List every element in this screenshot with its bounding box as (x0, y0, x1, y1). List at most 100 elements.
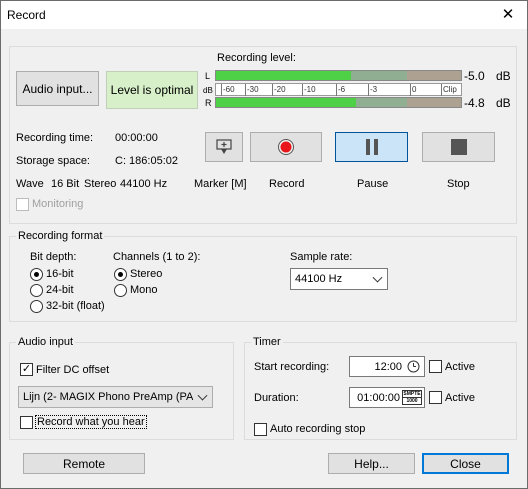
meter-scale-tickline (368, 84, 369, 96)
record-what-you-hear-checkbox[interactable] (20, 416, 33, 429)
duration-value: 01:00:00 (357, 391, 400, 404)
format-bits: 16 Bit (51, 178, 80, 190)
pause-button[interactable] (335, 132, 408, 162)
close-icon[interactable]: ✕ (489, 1, 527, 29)
meter-scale-tick: 0 (412, 85, 417, 94)
pause-label: Pause (357, 178, 389, 190)
audio-device-value: Lijn (2- MAGIX Phono PreAmp (PA (23, 391, 193, 403)
meter-right-label: R (205, 98, 212, 108)
meter-scale-tick: -3 (370, 85, 378, 94)
recording-time-label: Recording time: (16, 132, 94, 144)
channel-stereo-radio[interactable] (114, 268, 127, 281)
format-rate: 44100 Hz (120, 178, 168, 190)
meter-scale-tick: -30 (247, 85, 259, 94)
chevron-down-icon (372, 272, 383, 283)
bit-depth-32-label: 32-bit (float) (46, 300, 105, 312)
bit-depth-24-radio[interactable] (30, 284, 43, 297)
meter-right-dim-zone (356, 98, 407, 107)
help-button[interactable]: Help... (328, 453, 415, 474)
smpte-top-label: SMPTE (403, 391, 421, 398)
duration-label: Duration: (254, 392, 299, 404)
clock-icon (407, 360, 420, 373)
channels-label: Channels (1 to 2): (113, 251, 201, 263)
meter-scale-tickline (441, 84, 442, 96)
level-status-indicator: Level is optimal (106, 71, 198, 109)
marker-label: Marker [M] (194, 178, 247, 190)
meter-right-value: -4.8 (464, 96, 485, 110)
chevron-down-icon (197, 390, 208, 401)
close-button[interactable]: Close (422, 453, 509, 474)
recording-time-value: 00:00:00 (115, 132, 158, 144)
marker-icon (216, 139, 232, 154)
channel-mono-radio[interactable] (114, 284, 127, 297)
meter-left-dim-zone (351, 71, 407, 80)
sample-rate-select[interactable]: 44100 Hz (290, 268, 388, 290)
filter-dc-checkbox[interactable]: ✓ (20, 363, 33, 376)
stop-label: Stop (447, 178, 470, 190)
meter-scale-tick: -6 (338, 85, 346, 94)
smpte-icon: SMPTE 1000 (402, 390, 422, 405)
meter-scale-tick: -60 (223, 85, 235, 94)
remote-button[interactable]: Remote (23, 453, 145, 474)
meter-left-fill (216, 71, 351, 80)
title-bar: Record ✕ (1, 1, 527, 29)
meter-scale-tick: -10 (304, 85, 316, 94)
duration-active-checkbox[interactable] (429, 391, 442, 404)
meter-right-fill (216, 98, 356, 107)
timer-title: Timer (251, 336, 283, 348)
sample-rate-value: 44100 Hz (295, 273, 343, 285)
meter-left-value: -5.0 (464, 69, 485, 83)
stop-icon (450, 139, 467, 155)
meter-scale-tickline (410, 84, 411, 96)
meter-db-label: dB (203, 86, 213, 95)
window-title: Record (7, 8, 46, 22)
bit-depth-32-radio[interactable] (30, 300, 43, 313)
start-active-checkbox[interactable] (429, 360, 442, 373)
format-wave: Wave (16, 178, 44, 190)
stop-button[interactable] (422, 132, 495, 162)
bit-depth-24-label: 24-bit (46, 284, 74, 296)
recording-format-title: Recording format (16, 230, 105, 242)
audio-input-title: Audio input (16, 336, 76, 348)
sample-rate-label: Sample rate: (290, 251, 353, 263)
meter-right-unit: dB (496, 96, 511, 110)
marker-button[interactable] (205, 132, 243, 162)
meter-left-label: L (205, 71, 211, 81)
level-meter-left (215, 70, 462, 81)
record-what-you-hear-label: Record what you hear (35, 415, 147, 429)
audio-device-select[interactable]: Lijn (2- MAGIX Phono PreAmp (PA (18, 386, 213, 408)
record-icon (278, 139, 294, 155)
meter-left-unit: dB (496, 69, 511, 83)
bit-depth-16-label: 16-bit (46, 268, 74, 280)
smpte-bottom-label: 1000 (406, 398, 418, 404)
record-button[interactable] (250, 132, 322, 162)
bit-depth-16-radio[interactable] (30, 268, 43, 281)
meter-scale-tickline (302, 84, 303, 96)
meter-scale-tickline (336, 84, 337, 96)
format-channels: Stereo (84, 178, 117, 190)
meter-scale-tick: -20 (274, 85, 286, 94)
level-meter-right (215, 97, 462, 108)
bit-depth-label: Bit depth: (30, 251, 77, 263)
start-active-label: Active (445, 361, 475, 373)
auto-recording-stop-checkbox[interactable] (254, 423, 267, 436)
meter-scale-tick: Clip (443, 85, 457, 94)
audio-input-button[interactable]: Audio input... (16, 71, 99, 106)
monitoring-checkbox[interactable] (16, 198, 29, 211)
monitoring-label: Monitoring (32, 198, 84, 210)
duration-active-label: Active (445, 392, 475, 404)
pause-icon (365, 139, 378, 155)
start-recording-label: Start recording: (254, 361, 330, 373)
filter-dc-label: Filter DC offset (36, 364, 110, 376)
meter-scale-tickline (245, 84, 246, 96)
channel-stereo-label: Stereo (130, 268, 163, 280)
storage-space-value: C: 186:05:02 (115, 155, 178, 167)
start-recording-field[interactable]: 12:00 (349, 356, 425, 377)
auto-recording-stop-label: Auto recording stop (270, 423, 366, 435)
start-recording-value: 12:00 (374, 360, 402, 373)
meter-scale: -60 -30 -20 -10 -6 -3 0 Clip (215, 83, 462, 96)
meter-scale-tickline (272, 84, 273, 96)
recording-level-label: Recording level: (217, 52, 296, 64)
record-label: Record (269, 178, 305, 190)
duration-field[interactable]: 01:00:00 SMPTE 1000 (349, 387, 425, 408)
